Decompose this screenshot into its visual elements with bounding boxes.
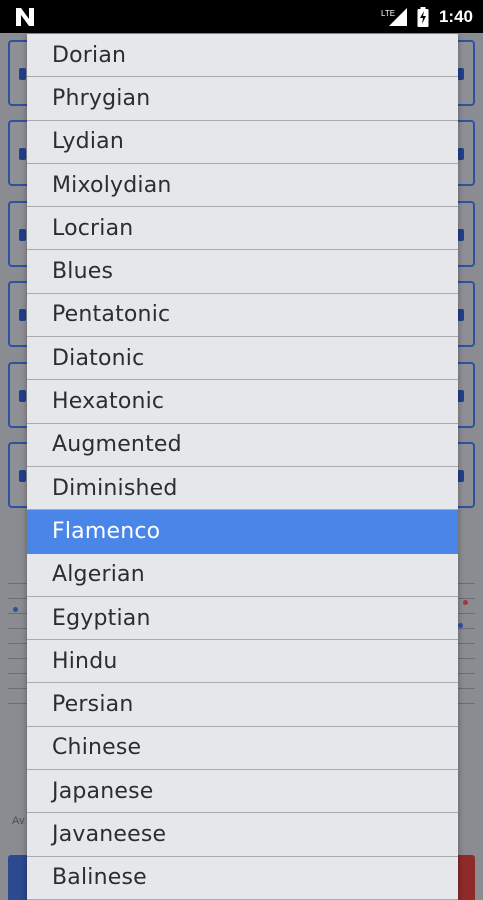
background-dot: [463, 600, 468, 605]
scale-option-diminished[interactable]: Diminished: [27, 467, 458, 511]
scale-option-balinese[interactable]: Balinese: [27, 857, 458, 900]
scale-option-hindu[interactable]: Hindu: [27, 640, 458, 684]
battery-charging-icon: [417, 6, 429, 27]
scale-option-pentatonic[interactable]: Pentatonic: [27, 294, 458, 338]
network-label: LTE: [381, 9, 395, 18]
scale-option-hexatonic[interactable]: Hexatonic: [27, 380, 458, 424]
scale-option-mixolydian[interactable]: Mixolydian: [27, 164, 458, 208]
scale-option-chinese[interactable]: Chinese: [27, 727, 458, 771]
scale-option-algerian[interactable]: Algerian: [27, 554, 458, 597]
background-label: Av: [12, 815, 25, 827]
background-dot: [13, 607, 18, 612]
scale-option-egyptian[interactable]: Egyptian: [27, 597, 458, 641]
background-dot: [458, 623, 463, 628]
scale-option-lydian[interactable]: Lydian: [27, 121, 458, 164]
scale-option-phrygian[interactable]: Phrygian: [27, 77, 458, 121]
scale-option-diatonic[interactable]: Diatonic: [27, 337, 458, 381]
scale-option-blues[interactable]: Blues: [27, 250, 458, 294]
lte-signal-icon: LTE: [381, 7, 407, 26]
scale-option-locrian[interactable]: Locrian: [27, 207, 458, 251]
scale-option-japanese[interactable]: Japanese: [27, 770, 458, 814]
n-notification-icon: [16, 8, 34, 26]
scale-option-augmented[interactable]: Augmented: [27, 424, 458, 467]
scale-option-persian[interactable]: Persian: [27, 683, 458, 727]
scale-dropdown-list[interactable]: Dorian Phrygian Lydian Mixolydian Locrian Blu…: [27, 34, 458, 900]
scale-option-javaneese[interactable]: Javaneese: [27, 813, 458, 857]
scale-option-dorian[interactable]: Dorian: [27, 34, 458, 78]
status-bar: LTE 1:40: [0, 0, 483, 33]
scale-option-flamenco[interactable]: Flamenco: [27, 510, 458, 554]
clock: 1:40: [438, 6, 473, 26]
